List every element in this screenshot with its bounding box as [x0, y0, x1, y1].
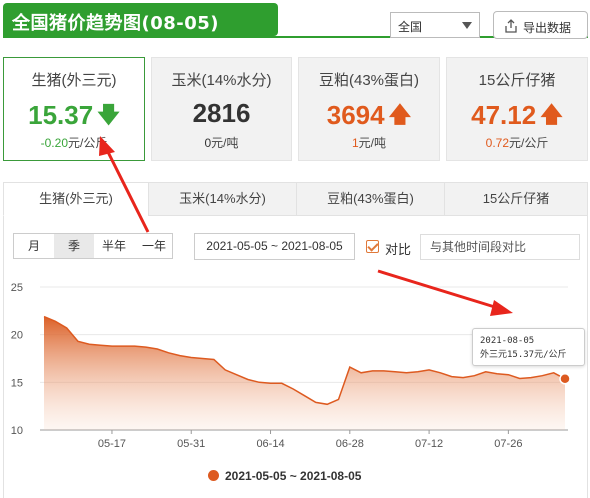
- price-area-chart: 10 15 20 25 05-17 05-31 06-14 06-28 07-12 07-26: [11, 136, 571, 450]
- tooltip-date: 2021-08-05: [480, 336, 535, 346]
- y-tick-label: 15: [11, 377, 23, 389]
- y-tick-label: 20: [11, 330, 23, 342]
- x-tick-label: 06-14: [256, 438, 284, 450]
- legend-dot-icon: [208, 470, 219, 481]
- chart-legend[interactable]: 2021-05-05 ~ 2021-08-05: [208, 469, 361, 483]
- x-tick-label: 07-26: [494, 438, 522, 450]
- chart-tooltip: 2021-08-05 外三元15.37元/公斤: [472, 328, 585, 366]
- legend-label: 2021-05-05 ~ 2021-08-05: [225, 469, 362, 483]
- data-point[interactable]: [559, 373, 571, 385]
- x-tick-label: 07-12: [415, 438, 443, 450]
- x-tick-label: 05-31: [177, 438, 205, 450]
- annotation-arrow: [377, 269, 513, 316]
- tooltip-text: 外三元15.37元/公斤: [480, 350, 567, 360]
- x-tick-label: 06-28: [336, 438, 364, 450]
- y-tick-label: 25: [11, 282, 23, 294]
- x-tick-label: 05-17: [98, 438, 126, 450]
- y-tick-label: 10: [11, 425, 23, 437]
- annotation-arrow: [99, 136, 150, 233]
